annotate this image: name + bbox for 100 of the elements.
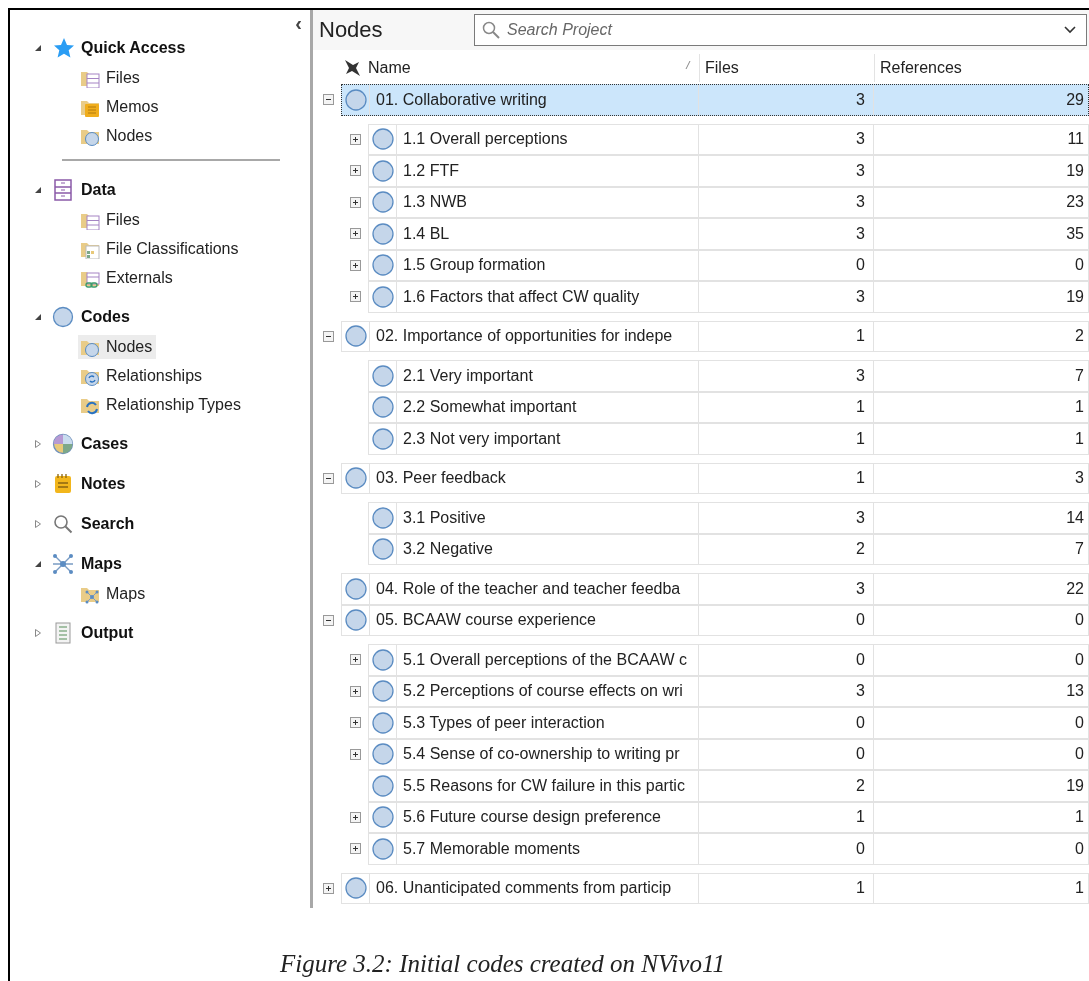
column-header[interactable]: Files bbox=[700, 54, 875, 82]
expand-icon[interactable] bbox=[350, 259, 361, 271]
expand-icon[interactable] bbox=[350, 748, 361, 760]
table-cell-text: 19 bbox=[1065, 160, 1085, 181]
expand-icon[interactable] bbox=[350, 165, 361, 177]
expand-icon[interactable] bbox=[350, 196, 361, 208]
expand-icon[interactable] bbox=[350, 228, 361, 240]
circle-icon bbox=[344, 609, 367, 632]
section-heading[interactable]: Cases bbox=[81, 435, 129, 453]
expand-icon[interactable] bbox=[350, 843, 361, 855]
collapse-icon[interactable] bbox=[323, 472, 334, 484]
table-cell: 0 bbox=[699, 834, 874, 864]
figure-caption: Figure 3.2: Initial codes created on NVivo11 bbox=[279, 949, 727, 978]
expand-icon[interactable] bbox=[350, 654, 361, 666]
expand-icon[interactable] bbox=[323, 882, 334, 894]
section-heading[interactable]: Notes bbox=[81, 475, 126, 493]
section-heading[interactable]: Quick Access bbox=[81, 39, 186, 57]
node-row[interactable]: 1.6 Factors that affect CW quality 3 19 bbox=[368, 281, 1089, 313]
expand-icon[interactable] bbox=[350, 811, 361, 823]
node-name: 1.4 BL bbox=[397, 219, 699, 249]
expand-triangle-icon[interactable] bbox=[34, 480, 42, 488]
circle-icon bbox=[371, 806, 394, 829]
node-row[interactable]: 5.1 Overall perceptions of the BCAAW c 0 0 bbox=[368, 644, 1089, 676]
sidebar-item[interactable]: Nodes bbox=[78, 334, 157, 359]
circle-icon bbox=[371, 506, 394, 529]
sidebar-item[interactable]: Maps bbox=[78, 581, 150, 606]
sidebar-item[interactable]: Externals bbox=[78, 265, 177, 290]
node-row[interactable]: 2.3 Not very important 1 1 bbox=[368, 423, 1089, 455]
node-row[interactable]: 1.2 FTF 3 19 bbox=[368, 155, 1089, 187]
cabinet-icon bbox=[52, 179, 74, 201]
pie-icon bbox=[52, 433, 74, 455]
section-heading[interactable]: Maps bbox=[81, 555, 122, 573]
node-row[interactable]: 3.2 Negative 2 7 bbox=[368, 533, 1089, 565]
circle-icon bbox=[344, 577, 367, 600]
circle-icon bbox=[371, 648, 394, 671]
table-cell: 3 bbox=[699, 85, 874, 115]
table-cell-text: 29 bbox=[1065, 89, 1085, 110]
node-row[interactable]: 03. Peer feedback 1 3 bbox=[341, 462, 1089, 494]
search-field[interactable]: Search Project bbox=[474, 14, 1087, 46]
table-cell: 3 bbox=[699, 503, 874, 533]
expand-icon[interactable] bbox=[350, 685, 361, 697]
collapse-triangle-icon[interactable] bbox=[34, 313, 42, 321]
node-row[interactable]: 5.6 Future course design preference 1 1 bbox=[368, 801, 1089, 833]
table-cell-text: 0 bbox=[1074, 649, 1085, 670]
node-row[interactable]: 5.7 Memorable moments 0 0 bbox=[368, 833, 1089, 865]
sidebar-item[interactable]: File Classifications bbox=[78, 236, 243, 261]
node-row[interactable]: 1.4 BL 3 35 bbox=[368, 218, 1089, 250]
node-row[interactable]: 5.5 Reasons for CW failure in this partic 2 19 bbox=[368, 770, 1089, 802]
node-row[interactable]: 5.4 Sense of co-ownership to writing pr 0 0 bbox=[368, 738, 1089, 770]
node-row[interactable]: 2.2 Somewhat important 1 1 bbox=[368, 391, 1089, 423]
sidebar-item[interactable]: Files bbox=[78, 207, 144, 232]
section-heading[interactable]: Codes bbox=[81, 308, 130, 326]
circle-icon bbox=[371, 711, 394, 734]
collapse-triangle-icon[interactable] bbox=[34, 44, 42, 52]
expand-triangle-icon[interactable] bbox=[34, 520, 42, 528]
expand-icon[interactable] bbox=[350, 133, 361, 145]
node-row[interactable]: 5.3 Types of peer interaction 0 0 bbox=[368, 707, 1089, 739]
collapse-triangle-icon[interactable] bbox=[34, 560, 42, 568]
sidebar-item[interactable]: Files bbox=[78, 65, 144, 90]
collapse-triangle-icon[interactable] bbox=[34, 186, 42, 194]
node-row[interactable]: 2.1 Very important 3 7 bbox=[368, 360, 1089, 392]
node-name: 1.6 Factors that affect CW quality bbox=[397, 282, 699, 312]
column-header[interactable]: Name bbox=[365, 54, 700, 82]
node-row[interactable]: 04. Role of the teacher and teacher feedba 3 22 bbox=[341, 573, 1089, 605]
expand-icon[interactable] bbox=[350, 291, 361, 303]
table-cell-text: 0 bbox=[1074, 610, 1085, 631]
node-row[interactable]: 5.2 Perceptions of course effects on wri 3 13 bbox=[368, 675, 1089, 707]
section-heading[interactable]: Search bbox=[81, 515, 135, 533]
node-name: 5.2 Perceptions of course effects on wri bbox=[397, 676, 699, 706]
expand-triangle-icon[interactable] bbox=[34, 629, 42, 637]
node-row[interactable]: 02. Importance of opportunities for indepe 1 2 bbox=[341, 320, 1089, 352]
collapse-icon[interactable] bbox=[323, 330, 334, 342]
search-icon bbox=[481, 20, 501, 40]
search-input[interactable]: Search Project bbox=[505, 20, 1064, 40]
table-cell: 1 bbox=[699, 392, 874, 422]
chevron-down-icon[interactable] bbox=[1064, 26, 1076, 34]
node-name: 2.1 Very important bbox=[397, 361, 699, 391]
expand-icon[interactable] bbox=[350, 717, 361, 729]
section-heading[interactable]: Data bbox=[81, 181, 116, 199]
table-cell-text: 19 bbox=[1065, 775, 1085, 796]
sidebar-item[interactable]: Relationship Types bbox=[78, 392, 245, 417]
node-row[interactable]: 05. BCAAW course experience 0 0 bbox=[341, 604, 1089, 636]
node-row[interactable]: 1.1 Overall perceptions 3 11 bbox=[368, 123, 1089, 155]
collapse-icon[interactable] bbox=[323, 94, 334, 106]
collapse-icon[interactable] bbox=[323, 614, 334, 626]
column-header[interactable]: References bbox=[875, 54, 1089, 82]
sidebar-item[interactable]: Memos bbox=[78, 94, 163, 119]
node-row[interactable]: 3.1 Positive 3 14 bbox=[368, 502, 1089, 534]
circle-icon bbox=[371, 364, 394, 387]
table-cell: 3 bbox=[699, 219, 874, 249]
expand-triangle-icon[interactable] bbox=[34, 440, 42, 448]
node-row[interactable]: 01. Collaborative writing 3 29 bbox=[341, 84, 1089, 116]
sidebar-item[interactable]: Nodes bbox=[78, 123, 157, 148]
collapse-glyph[interactable]: ‹ bbox=[295, 12, 302, 35]
node-row[interactable]: 1.5 Group formation 0 0 bbox=[368, 249, 1089, 281]
section-heading[interactable]: Output bbox=[81, 624, 134, 642]
node-row[interactable]: 06. Unanticipated comments from particip 1 1 bbox=[341, 872, 1089, 904]
sidebar-item[interactable]: Relationships bbox=[78, 363, 207, 388]
node-name: 04. Role of the teacher and teacher feedba bbox=[370, 574, 699, 604]
node-row[interactable]: 1.3 NWB 3 23 bbox=[368, 186, 1089, 218]
